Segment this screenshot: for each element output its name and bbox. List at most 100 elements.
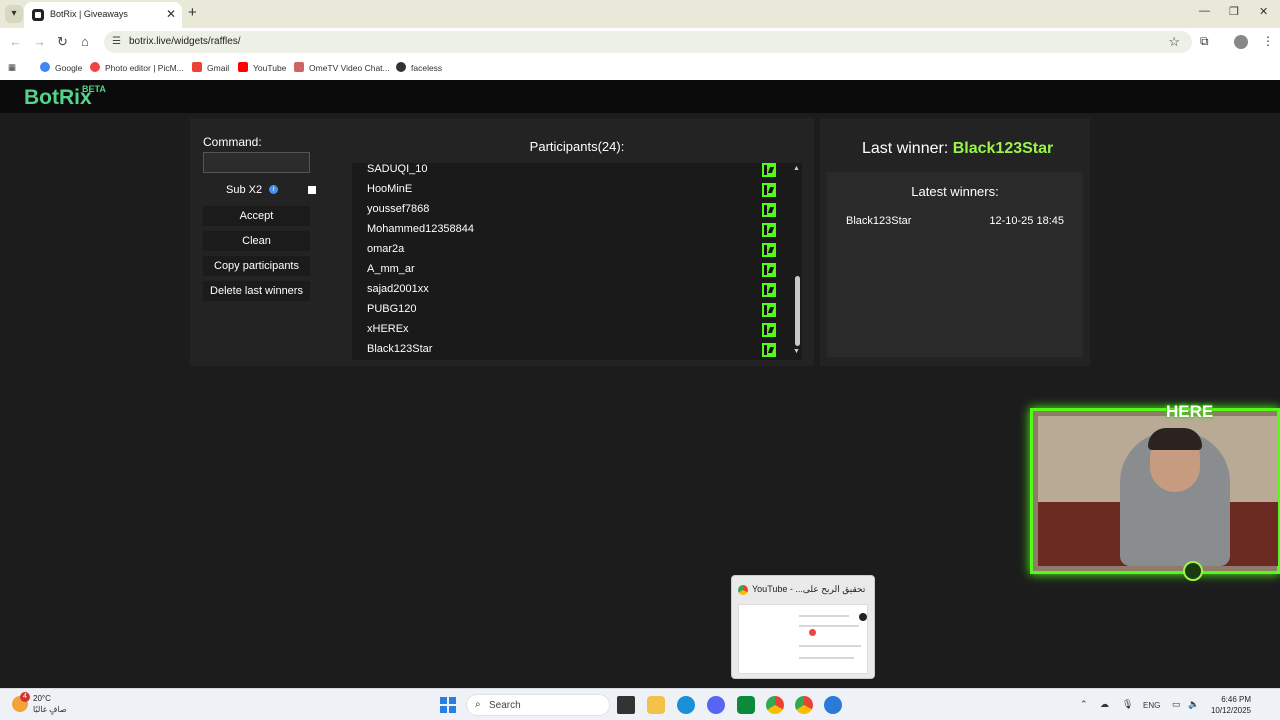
site-header: BotRix BETA bbox=[0, 80, 1280, 113]
thumb-line bbox=[799, 645, 861, 647]
thumb-avatar bbox=[859, 613, 867, 621]
kick-icon bbox=[762, 323, 776, 337]
bookmark-label: Gmail bbox=[207, 63, 230, 73]
participant-name: HooMinE bbox=[367, 183, 413, 195]
kick-icon bbox=[762, 283, 776, 297]
onedrive-icon[interactable]: ☁ bbox=[1100, 699, 1109, 710]
thumb-line bbox=[799, 625, 859, 627]
participant-name: youssef7868 bbox=[367, 203, 430, 215]
clock-time: 6:46 PM bbox=[1221, 695, 1251, 704]
clean-button[interactable]: Clean bbox=[203, 231, 310, 251]
weather-badge: 4 bbox=[20, 692, 30, 702]
scrollbar-thumb[interactable] bbox=[795, 276, 800, 346]
discord-icon[interactable] bbox=[707, 696, 725, 714]
last-winner-label: Last winner: bbox=[862, 140, 949, 157]
last-winner-name: Black123Star bbox=[952, 140, 1054, 157]
minimize-icon[interactable]: — bbox=[1199, 5, 1210, 17]
info-icon[interactable]: i bbox=[269, 185, 278, 194]
participant-row: HooMinE bbox=[352, 180, 788, 200]
microphone-icon[interactable]: 🎙 bbox=[1122, 699, 1133, 710]
botrix-favicon-icon bbox=[32, 9, 44, 21]
volume-icon[interactable]: 🔈 bbox=[1188, 699, 1199, 710]
tray-overflow-icon[interactable]: ⌃ bbox=[1080, 699, 1088, 710]
back-icon[interactable]: ← bbox=[9, 34, 22, 49]
app-icon[interactable] bbox=[737, 696, 755, 714]
bookmark-ometv[interactable]: OmeTV Video Chat... bbox=[294, 62, 390, 73]
bookmark-star-icon[interactable]: ☆ bbox=[1168, 34, 1180, 50]
new-tab-button[interactable]: + bbox=[188, 4, 197, 21]
participant-row: youssef7868 bbox=[352, 200, 788, 220]
participant-row: A_mm_ar bbox=[352, 260, 788, 280]
preview-title: YouTube - ...تحقيق الربح على bbox=[752, 584, 866, 594]
kick-icon bbox=[762, 263, 776, 277]
taskbar-search-box[interactable]: ⌕ Search bbox=[466, 694, 610, 716]
file-explorer-icon[interactable] bbox=[647, 696, 665, 714]
close-window-icon[interactable]: ✕ bbox=[1259, 5, 1268, 18]
preview-thumbnail bbox=[738, 604, 868, 674]
command-input[interactable] bbox=[203, 152, 310, 173]
participants-list[interactable]: SADUQI_10 HooMinE youssef7868 Mohammed12… bbox=[352, 163, 802, 360]
winners-panel: Last winner: Black123Star Latest winners… bbox=[820, 118, 1090, 366]
participant-row: sajad2001xx bbox=[352, 280, 788, 300]
bookmarks-bar: ▦ Google Photo editor | PicM... Gmail Yo… bbox=[0, 56, 1280, 80]
bookmark-faceless[interactable]: faceless bbox=[396, 62, 442, 73]
chrome-icon bbox=[738, 585, 748, 595]
bookmark-gmail[interactable]: Gmail bbox=[192, 62, 229, 73]
gmail-icon bbox=[192, 62, 202, 72]
menu-kebab-icon[interactable]: ⋮ bbox=[1262, 34, 1274, 48]
edge-icon[interactable] bbox=[677, 696, 695, 714]
network-icon[interactable]: ▭ bbox=[1172, 699, 1181, 710]
delete-last-winners-button[interactable]: Delete last winners bbox=[203, 281, 310, 301]
sub-x2-checkbox[interactable] bbox=[308, 186, 316, 194]
language-indicator[interactable]: ENG bbox=[1143, 701, 1160, 710]
participant-name: xHEREx bbox=[367, 323, 409, 335]
kick-icon bbox=[762, 163, 776, 177]
address-bar[interactable]: ☰ botrix.live/widgets/raffles/ ☆ bbox=[104, 31, 1192, 53]
bookmark-label: OmeTV Video Chat... bbox=[309, 63, 390, 73]
page-content: BotRix BETA Command: Sub X2 i Accept Cle… bbox=[0, 80, 1280, 688]
url-text: botrix.live/widgets/raffles/ bbox=[129, 36, 241, 47]
participant-name: sajad2001xx bbox=[367, 283, 429, 295]
browser-tab-active[interactable]: BotRix | Giveaways ✕ bbox=[24, 2, 182, 28]
participant-row: Black123Star bbox=[352, 340, 788, 360]
latest-winners-title: Latest winners: bbox=[911, 184, 999, 199]
restore-icon[interactable]: ❐ bbox=[1229, 5, 1239, 18]
last-winner: Last winner: Black123Star bbox=[862, 140, 1053, 158]
extensions-icon[interactable]: ⧉ bbox=[1200, 34, 1209, 49]
chrome-profile-taskbar-icon[interactable] bbox=[795, 696, 813, 714]
accept-button[interactable]: Accept bbox=[203, 206, 310, 226]
home-icon[interactable]: ⌂ bbox=[81, 34, 89, 49]
webcam-label: HERE bbox=[1166, 402, 1214, 421]
google-icon bbox=[40, 62, 50, 72]
app-icon[interactable] bbox=[824, 696, 842, 714]
bookmark-youtube[interactable]: YouTube bbox=[238, 62, 286, 73]
site-info-icon[interactable]: ☰ bbox=[112, 36, 121, 47]
bookmark-label: YouTube bbox=[253, 63, 287, 73]
kick-icon bbox=[762, 203, 776, 217]
windows-start-icon[interactable] bbox=[440, 697, 456, 713]
search-placeholder: Search bbox=[489, 700, 521, 711]
participant-name: Black123Star bbox=[367, 343, 433, 355]
participant-name: Mohammed12358844 bbox=[367, 223, 475, 235]
tab-search-button[interactable]: ▾ bbox=[5, 5, 23, 23]
apps-grid-icon[interactable]: ▦ bbox=[8, 62, 16, 73]
scroll-down-arrow-icon[interactable]: ▼ bbox=[793, 348, 800, 355]
taskbar-window-preview[interactable]: YouTube - ...تحقيق الربح على bbox=[731, 575, 875, 679]
webcam-overlay: HERE bbox=[1030, 402, 1280, 581]
windows-taskbar: 4 20°C صافٍ غالبًا ⌕ Search ⌃ ☁ 🎙 ENG ▭ … bbox=[0, 688, 1280, 720]
system-clock[interactable]: 6:46 PM 10/12/2025 bbox=[1207, 694, 1251, 716]
bookmark-photo-editor[interactable]: Photo editor | PicM... bbox=[90, 62, 184, 73]
forward-icon[interactable]: → bbox=[33, 34, 46, 49]
close-tab-icon[interactable]: ✕ bbox=[166, 7, 176, 21]
chrome-taskbar-icon[interactable] bbox=[766, 696, 784, 714]
scroll-up-arrow-icon[interactable]: ▲ bbox=[793, 165, 800, 172]
participant-name: PUBG120 bbox=[367, 303, 417, 315]
thumb-line bbox=[799, 615, 849, 617]
faceless-icon bbox=[396, 62, 406, 72]
participant-row: Mohammed12358844 bbox=[352, 220, 788, 240]
task-view-icon[interactable] bbox=[617, 696, 635, 714]
reload-icon[interactable]: ↻ bbox=[57, 34, 68, 50]
bookmark-google[interactable]: Google bbox=[40, 62, 82, 73]
profile-avatar[interactable] bbox=[1234, 35, 1248, 49]
copy-participants-button[interactable]: Copy participants bbox=[203, 256, 310, 276]
